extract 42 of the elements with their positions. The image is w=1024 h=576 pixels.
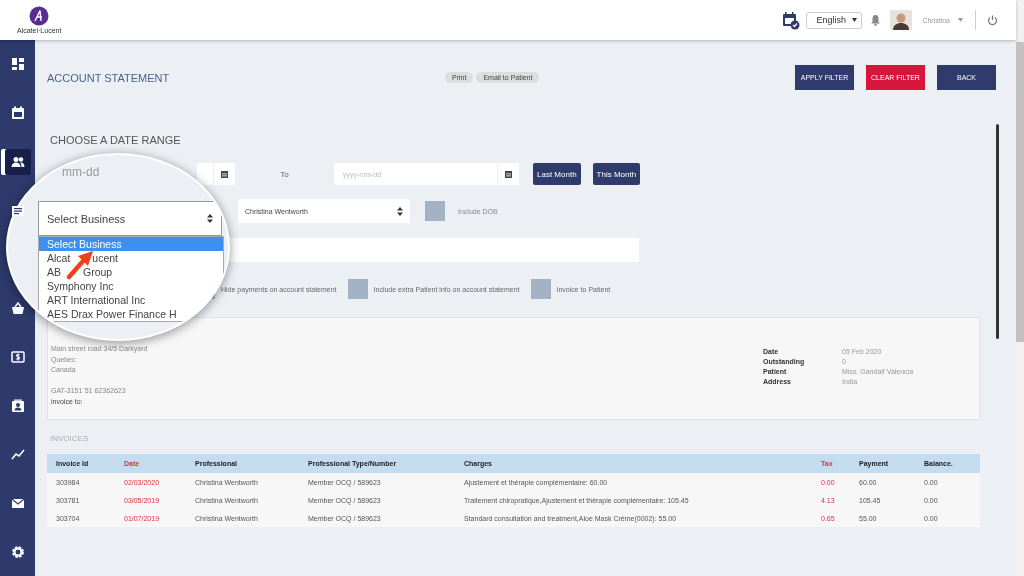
logo-icon — [29, 6, 50, 26]
caret-icon[interactable] — [958, 18, 963, 22]
section-heading: INVOICES — [50, 434, 90, 444]
checkbox[interactable] — [347, 279, 368, 299]
line-chart-icon — [10, 447, 25, 462]
calendar-icon — [221, 170, 228, 178]
sort-arrows-icon — [397, 206, 403, 216]
caret-icon — [852, 18, 858, 22]
scrollbar[interactable] — [996, 124, 999, 339]
range-button[interactable]: This Month — [592, 163, 641, 185]
money-icon — [10, 349, 25, 364]
range-button[interactable]: Last Month — [533, 163, 581, 185]
dashboard-icon — [10, 57, 25, 72]
basket-icon — [10, 301, 25, 316]
calendar-button[interactable] — [497, 163, 519, 185]
dropdown-option[interactable]: Alcat ucent — [39, 251, 223, 265]
scrollbar[interactable] — [1016, 42, 1024, 342]
section-heading: CHOOSE A DATE RANGE — [50, 134, 182, 146]
document-icon — [10, 203, 25, 218]
page-title: ACCOUNT STATEMENT — [47, 71, 171, 84]
checkbox[interactable] — [530, 279, 551, 299]
calendar-button[interactable] — [213, 163, 235, 185]
contact-card-icon — [10, 398, 25, 413]
to-label: To — [279, 169, 290, 179]
bell-icon[interactable] — [870, 14, 882, 26]
business-select[interactable]: Select Business — [38, 201, 222, 236]
calendar-icon — [505, 170, 512, 178]
avatar[interactable] — [890, 10, 913, 30]
calendar-icon — [10, 106, 25, 121]
settings-icon — [10, 544, 25, 559]
dropdown-option[interactable]: ART International Inc — [39, 293, 223, 307]
date-field[interactable] — [197, 163, 213, 185]
placeholder-text: mm-dd — [62, 165, 100, 179]
language-select[interactable]: English — [806, 11, 863, 29]
sort-arrows-icon — [207, 214, 213, 223]
power-icon[interactable] — [987, 14, 998, 26]
people-icon — [10, 154, 25, 169]
dropdown-option[interactable]: AES Drax Power Finance H — [39, 307, 223, 321]
checkbox[interactable] — [425, 201, 445, 221]
sidebar-item[interactable] — [4, 148, 31, 175]
dropdown-option[interactable]: AB Group — [39, 265, 223, 279]
calendar-check-icon[interactable] — [782, 10, 801, 30]
